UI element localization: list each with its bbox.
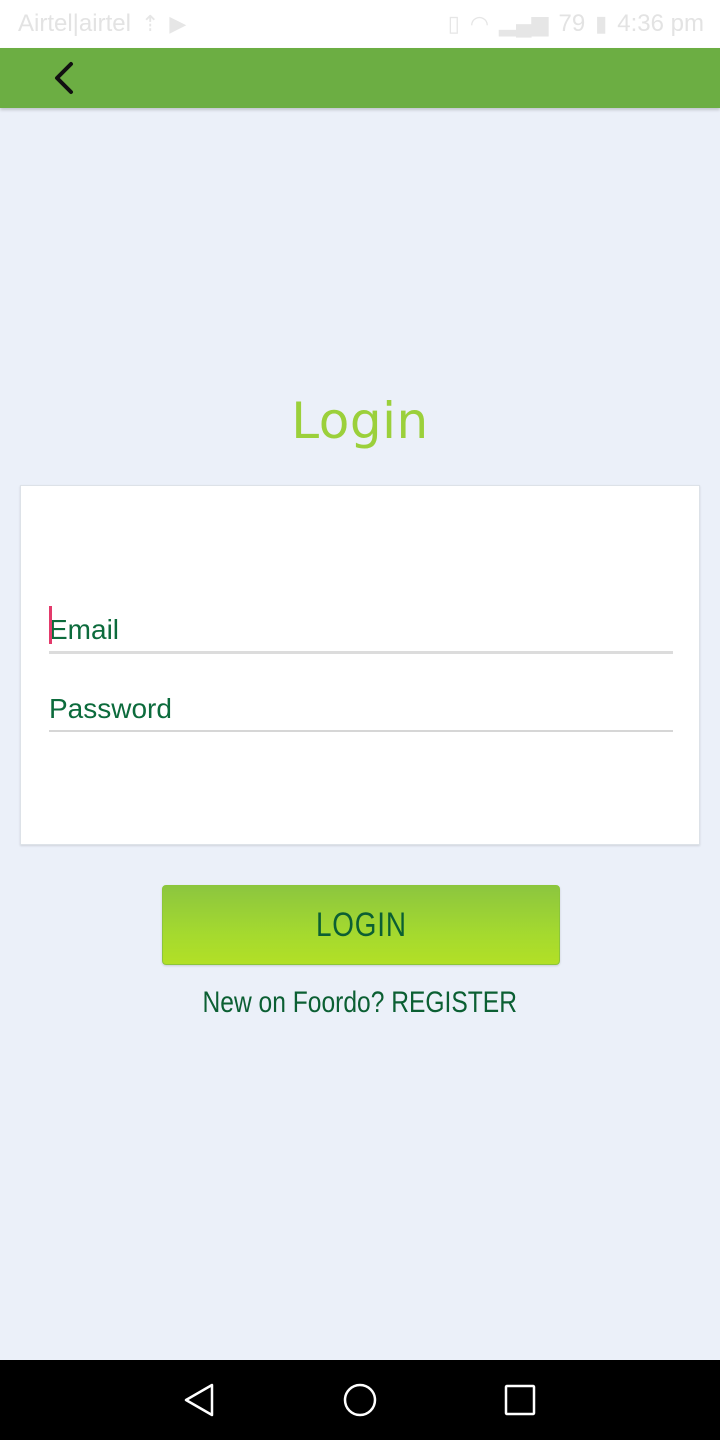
page-title: Login	[291, 392, 429, 450]
nav-home-icon	[343, 1383, 377, 1417]
email-field	[49, 602, 673, 654]
status-right: ▯ ◠ ▂▄▆ 79 ▮ 4:36 pm	[448, 10, 704, 38]
login-button[interactable]: LOGIN	[162, 885, 560, 965]
login-card	[20, 485, 700, 845]
wifi-icon: ◠	[469, 11, 490, 36]
nav-back-button[interactable]	[176, 1376, 224, 1424]
nav-back-icon	[184, 1383, 214, 1417]
text-caret	[49, 606, 52, 644]
back-button[interactable]	[40, 54, 88, 102]
chevron-left-icon	[55, 62, 73, 94]
vibrate-icon: ▯	[447, 11, 460, 36]
register-link[interactable]: New on Foordo? REGISTER	[0, 986, 720, 1020]
email-input[interactable]	[49, 602, 673, 652]
app-bar	[0, 48, 720, 108]
nav-home-button[interactable]	[336, 1376, 384, 1424]
status-time: 4:36 pm	[617, 10, 704, 37]
signal-icon: ▂▄▆	[499, 11, 549, 36]
nav-recents-button[interactable]	[496, 1376, 544, 1424]
battery-level: 79	[558, 10, 586, 37]
password-field	[49, 682, 673, 732]
password-underline	[49, 730, 673, 732]
status-left: Airtel|airtel ⇡ ▶	[18, 10, 186, 38]
login-button-label: LOGIN	[315, 905, 407, 944]
nav-recents-icon	[504, 1384, 536, 1416]
register-link-text: New on Foordo? REGISTER	[202, 986, 518, 1019]
battery-icon: ▮	[595, 11, 608, 36]
media-icon: ▶	[169, 11, 187, 36]
email-underline	[49, 651, 673, 654]
status-bar: Airtel|airtel ⇡ ▶ ▯ ◠ ▂▄▆ 79 ▮ 4:36 pm	[0, 0, 720, 48]
carrier-text: Airtel|airtel	[18, 10, 131, 37]
location-icon: ⇡	[140, 11, 160, 36]
system-nav-bar	[0, 1360, 720, 1440]
password-input[interactable]	[49, 682, 673, 730]
